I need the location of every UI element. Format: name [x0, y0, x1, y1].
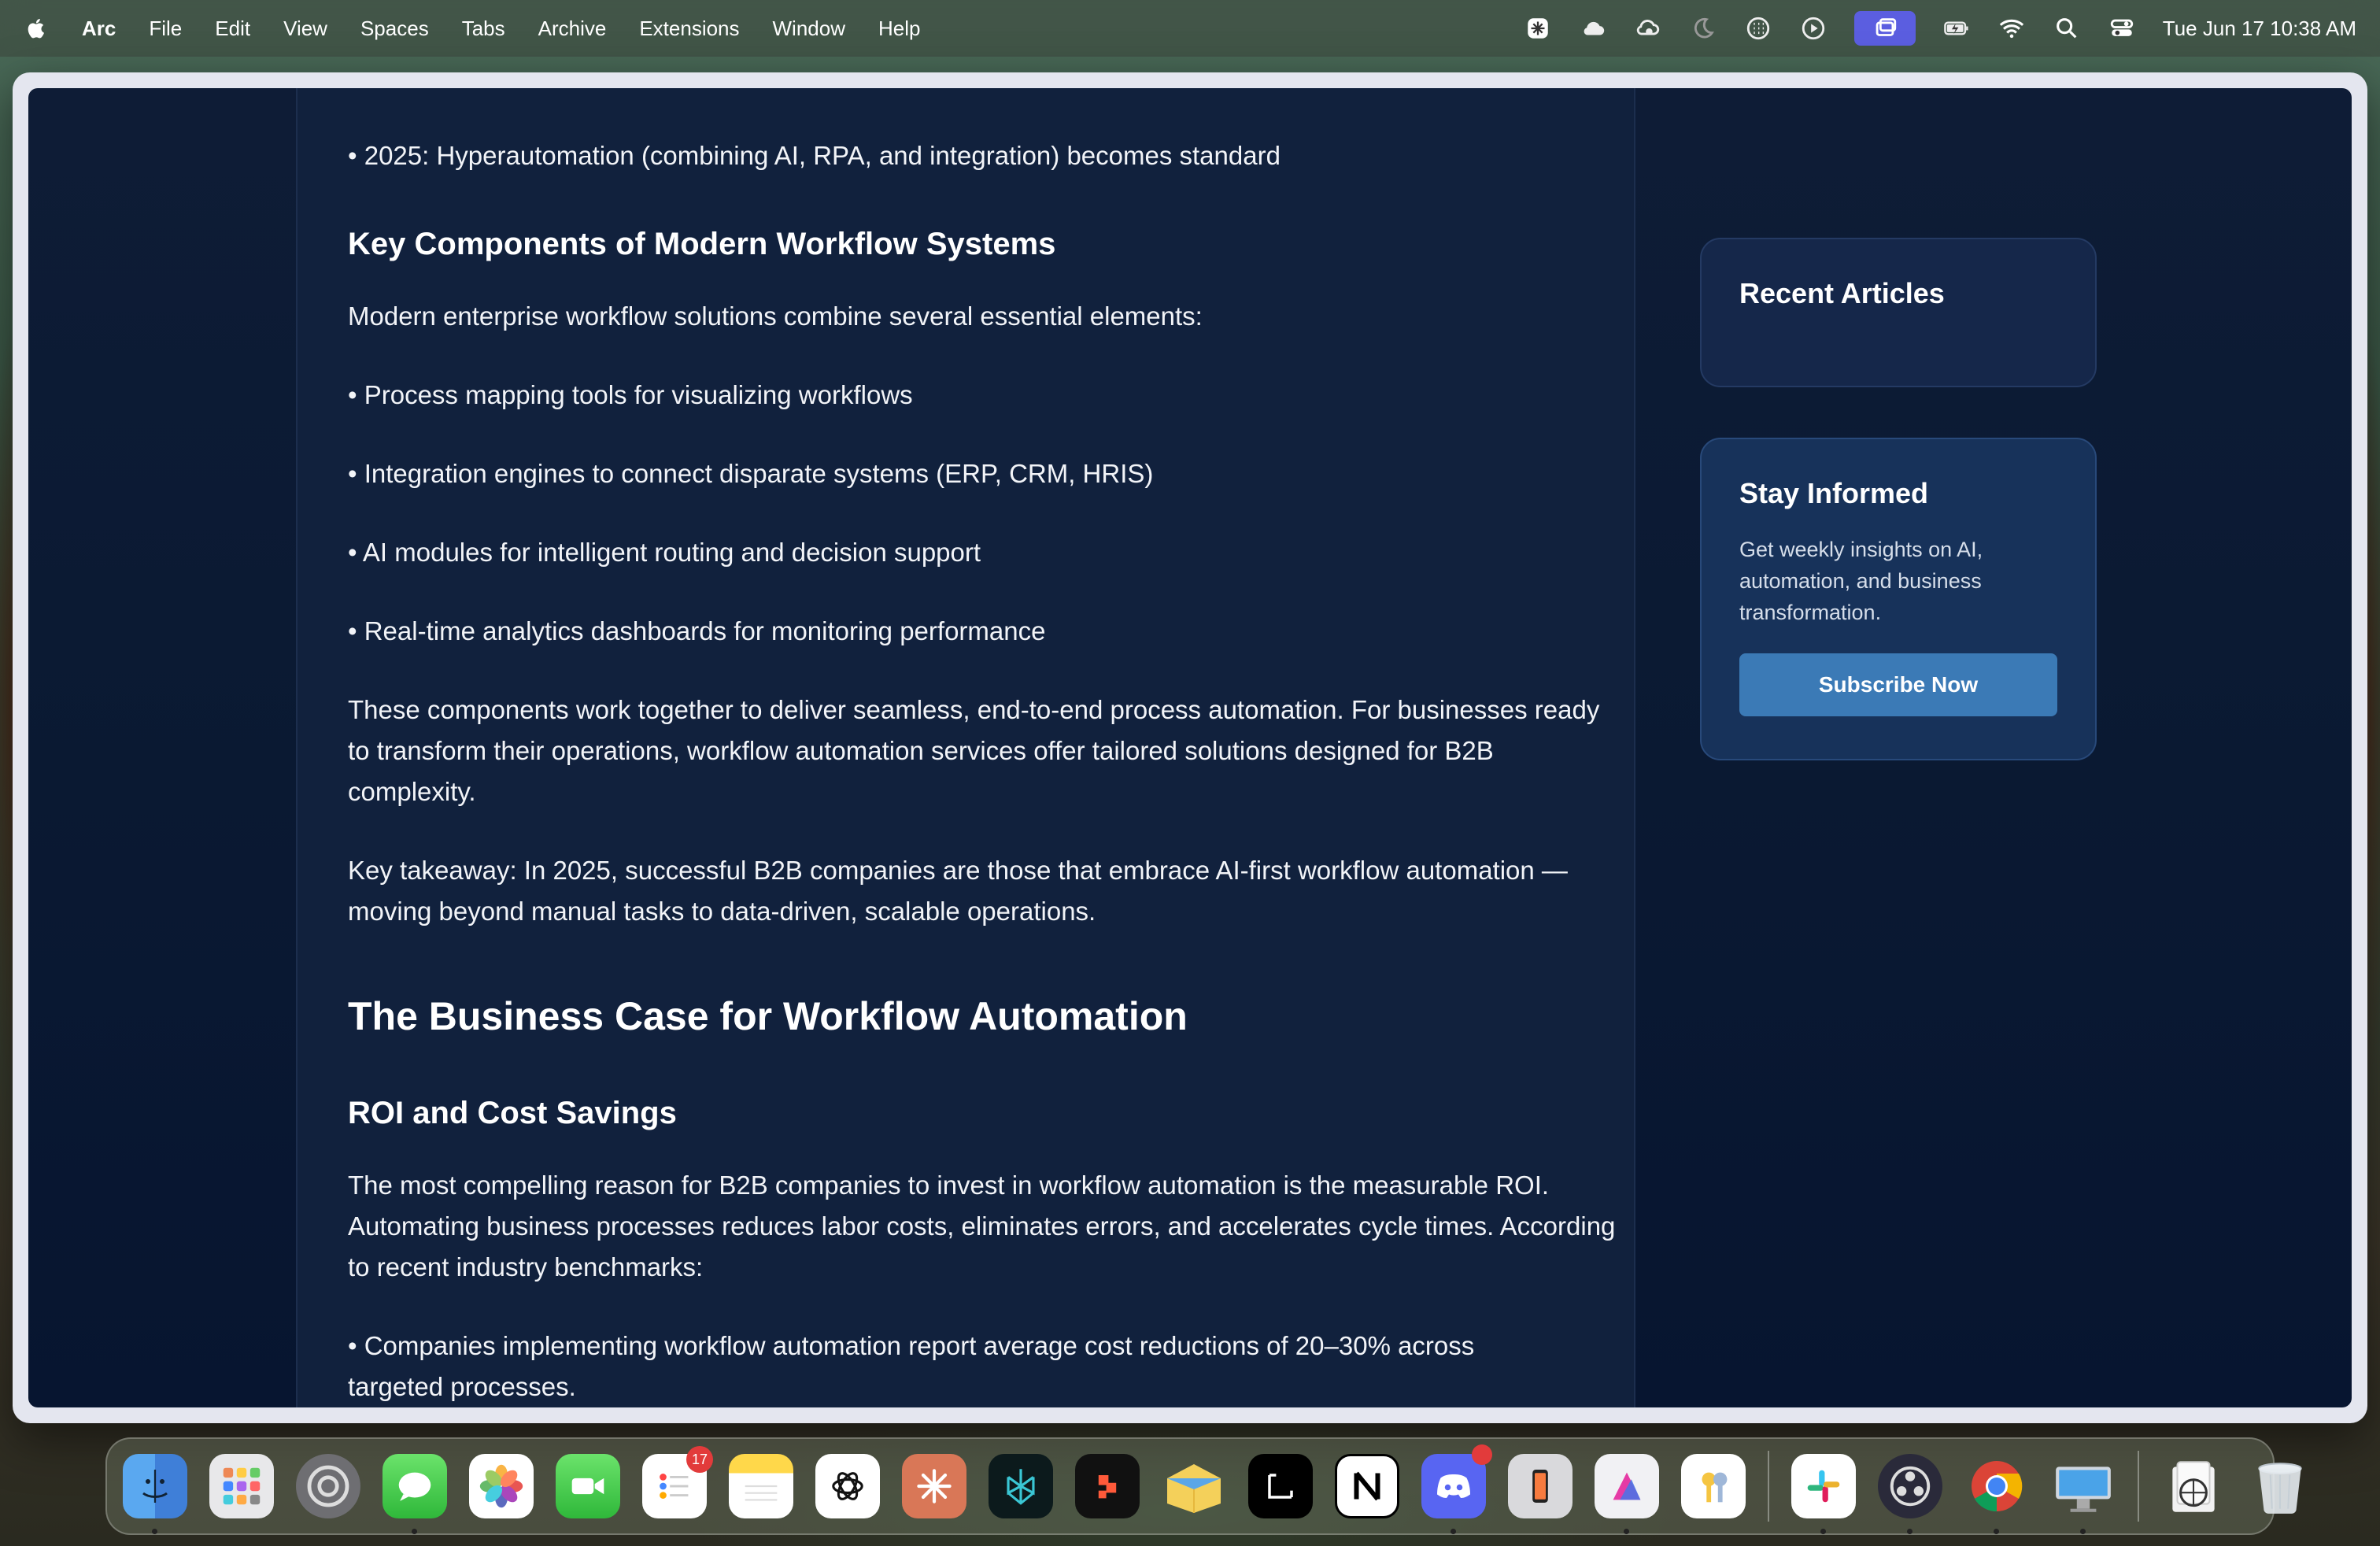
menu-extensions[interactable]: Extensions: [639, 17, 739, 41]
menu-view[interactable]: View: [283, 17, 327, 41]
bullet-2025: • 2025: Hyperautomation (combining AI, R…: [348, 141, 1281, 170]
arc-browser-window: • 2025: Hyperautomation (combining AI, R…: [13, 72, 2367, 1423]
moon-icon[interactable]: [1689, 14, 1717, 43]
battery-icon[interactable]: [1942, 14, 1971, 43]
menu-edit[interactable]: Edit: [215, 17, 250, 41]
heading-business-case: The Business Case for Workflow Automatio…: [348, 994, 1188, 1038]
keychain-icon[interactable]: [1681, 1454, 1746, 1518]
affinity-icon[interactable]: [1595, 1454, 1659, 1534]
notion-icon[interactable]: [1335, 1454, 1399, 1518]
running-indicator: [1994, 1529, 1999, 1534]
cloud-sync-icon[interactable]: [1634, 14, 1662, 43]
heading-roi: ROI and Cost Savings: [348, 1096, 677, 1130]
play-icon[interactable]: [1799, 14, 1828, 43]
menu-clock[interactable]: Tue Jun 17 10:38 AM: [2163, 17, 2356, 41]
web-page-viewport[interactable]: • 2025: Hyperautomation (combining AI, R…: [28, 88, 2352, 1407]
menu-archive[interactable]: Archive: [538, 17, 607, 41]
component-item: • Process mapping tools for visualizing …: [348, 380, 913, 409]
airmail-icon[interactable]: [1162, 1454, 1226, 1518]
screen-sharing-icon[interactable]: [2051, 1454, 2116, 1534]
menu-tabs[interactable]: Tabs: [462, 17, 505, 41]
photos-icon[interactable]: [469, 1454, 534, 1518]
recent-articles-title: Recent Articles: [1739, 277, 1945, 309]
reminders-icon[interactable]: 17: [642, 1446, 713, 1518]
system-settings-icon[interactable]: [296, 1454, 360, 1518]
menu-bar: Arc File Edit View Spaces Tabs Archive E…: [0, 0, 2380, 57]
claude-icon[interactable]: [902, 1454, 966, 1518]
stay-informed-card: Stay Informed Get weekly insights on AI,…: [1700, 438, 2097, 760]
dock: 17: [105, 1437, 2302, 1535]
wifi-icon[interactable]: [1998, 14, 2026, 43]
menu-file[interactable]: File: [149, 17, 182, 41]
control-center-icon[interactable]: [2108, 14, 2136, 43]
apple-menu-icon[interactable]: [24, 15, 50, 42]
slack-icon[interactable]: [1791, 1454, 1856, 1534]
running-indicator: [2080, 1529, 2086, 1534]
discord-icon[interactable]: [1421, 1444, 1492, 1534]
running-indicator: [1907, 1529, 1913, 1534]
iphone-mirroring-icon[interactable]: [1508, 1454, 1572, 1518]
menu-app-arc[interactable]: Arc: [82, 17, 116, 41]
search-icon[interactable]: [2053, 14, 2081, 43]
obs-icon[interactable]: [1878, 1454, 1942, 1534]
stay-informed-title: Stay Informed: [1739, 477, 1929, 509]
running-indicator: [1820, 1529, 1826, 1534]
chrome-icon[interactable]: [1964, 1454, 2029, 1534]
dock-separator: [2138, 1451, 2139, 1522]
paragraph-roi: The most compelling reason for B2B compa…: [348, 1171, 1616, 1282]
reminders-badge: 17: [686, 1446, 713, 1473]
running-indicator: [152, 1529, 157, 1534]
paragraph-components-together: These components work together to delive…: [348, 695, 1600, 806]
downloads-folder-icon[interactable]: [2161, 1454, 2226, 1518]
menu-spaces[interactable]: Spaces: [360, 17, 429, 41]
trash-icon[interactable]: [2248, 1454, 2312, 1518]
component-item: • Real-time analytics dashboards for mon…: [348, 616, 1046, 645]
running-indicator: [1451, 1529, 1456, 1534]
component-item: • AI modules for intelligent routing and…: [348, 538, 981, 567]
notes-icon[interactable]: [729, 1454, 793, 1518]
menu-window[interactable]: Window: [773, 17, 845, 41]
running-indicator: [1624, 1529, 1629, 1534]
menu-help[interactable]: Help: [878, 17, 920, 41]
recent-articles-card: Recent Articles: [1700, 238, 2097, 387]
bullet-cost-reductions: • Companies implementing workflow automa…: [348, 1331, 1475, 1401]
perplexity-app-icon[interactable]: [989, 1454, 1053, 1518]
linear-icon[interactable]: [1248, 1454, 1313, 1518]
stay-informed-description: Get weekly insights on AI, automation, a…: [1739, 538, 1983, 624]
dock-separator: [1768, 1451, 1769, 1522]
raycast-icon[interactable]: [1075, 1454, 1140, 1518]
paragraph-key-takeaway: Key takeaway: In 2025, successful B2B co…: [348, 856, 1568, 926]
grid-icon[interactable]: [1744, 14, 1772, 43]
article-content: • 2025: Hyperautomation (combining AI, R…: [296, 88, 1635, 1407]
messages-icon[interactable]: [382, 1454, 447, 1534]
status-tray: Tue Jun 17 10:38 AM: [1524, 0, 2356, 57]
running-indicator: [412, 1529, 417, 1534]
launchpad-icon[interactable]: [209, 1454, 274, 1518]
perplexity-icon[interactable]: [1524, 14, 1552, 43]
icloud-icon[interactable]: [1579, 14, 1607, 43]
subscribe-button[interactable]: Subscribe Now: [1739, 653, 2057, 716]
component-item: • Integration engines to connect dispara…: [348, 459, 1154, 488]
finder-icon[interactable]: [123, 1454, 187, 1534]
heading-key-components: Key Components of Modern Workflow System…: [348, 227, 1056, 261]
screen-share-icon[interactable]: [1853, 11, 1916, 46]
discord-badge: [1472, 1444, 1492, 1465]
components-intro: Modern enterprise workflow solutions com…: [348, 301, 1203, 331]
chatgpt-icon[interactable]: [815, 1454, 880, 1518]
facetime-icon[interactable]: [556, 1454, 620, 1518]
